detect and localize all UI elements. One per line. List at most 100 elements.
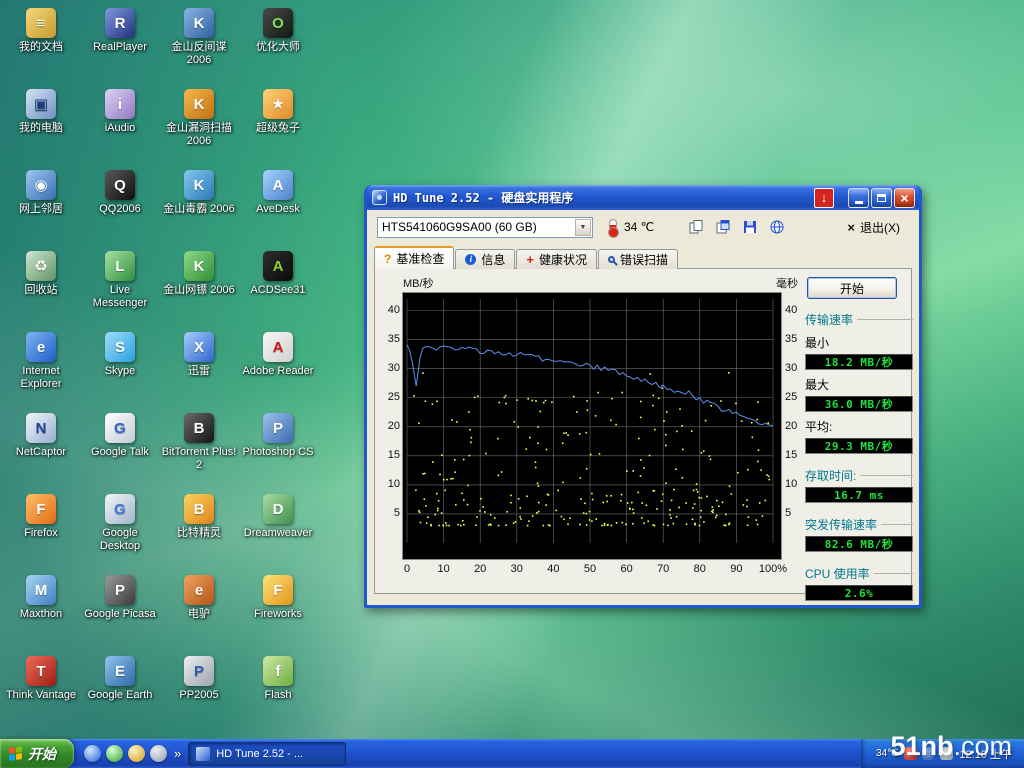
y-axis-tick: 5 <box>785 507 815 519</box>
y-axis-tick: 35 <box>785 333 815 345</box>
desktop-icon[interactable]: K金山漏洞扫描 2006 <box>160 89 238 147</box>
icon-label: iAudio <box>105 122 136 135</box>
stat-section-label: CPU 使用率 <box>805 565 913 582</box>
app-icon: P <box>263 413 293 443</box>
close-button[interactable]: × <box>894 188 915 208</box>
web-upload-button[interactable] <box>765 216 789 238</box>
stat-value: 29.3 MB/秒 <box>805 438 913 454</box>
benchmark-panel: MB/秒 毫秒 开始 传输速率最小18.2 MB/秒最大36.0 MB/秒平均:… <box>374 268 912 594</box>
app-icon: e <box>26 332 56 362</box>
maximize-button[interactable] <box>871 188 892 208</box>
desktop-icon[interactable]: F Fireworks <box>239 575 317 621</box>
desktop-icon[interactable]: ≡我的文档 <box>2 8 80 54</box>
desktop-icon[interactable]: B比特精灵 <box>160 494 238 540</box>
desktop-icon[interactable]: e电驴 <box>160 575 238 621</box>
desktop-icon[interactable]: GGoogle Desktop <box>81 494 159 552</box>
desktop-icon[interactable]: K金山网镖 2006 <box>160 251 238 297</box>
desktop-icon[interactable]: X迅雷 <box>160 332 238 378</box>
maximize-icon <box>877 194 886 202</box>
icon-label: 回收站 <box>25 284 58 297</box>
desktop-icon[interactable]: PPhotoshop CS <box>239 413 317 459</box>
app-icon: A <box>263 170 293 200</box>
desktop-icon[interactable]: eInternet Explorer <box>2 332 80 390</box>
x-axis-tick: 80 <box>683 563 717 575</box>
drive-select[interactable]: HTS541060G9SA00 (60 GB) ▼ <box>377 217 593 238</box>
copy-text-button[interactable] <box>684 216 708 238</box>
tab-health[interactable]: +健康状况 <box>516 249 597 269</box>
stat-value: 82.6 MB/秒 <box>805 536 913 552</box>
tab-scan[interactable]: 错误扫描 <box>598 249 678 269</box>
icon-label: Adobe Reader <box>243 365 314 378</box>
stat-value: 2.6% <box>805 585 913 601</box>
desktop-icon[interactable]: RRealPlayer <box>81 8 159 54</box>
tab-info[interactable]: i信息 <box>455 249 515 269</box>
stat-value: 36.0 MB/秒 <box>805 396 913 412</box>
copy-screenshot-button[interactable] <box>711 216 735 238</box>
start-label: 开始 <box>28 744 56 764</box>
desktop-icon[interactable]: QQQ2006 <box>81 170 159 216</box>
desktop-icon[interactable]: O优化大师 <box>239 8 317 54</box>
app-icon: B <box>184 413 214 443</box>
tab-label: 基准检查 <box>396 250 444 267</box>
icon-label: Firefox <box>24 527 58 540</box>
desktop-icon[interactable]: AAdobe Reader <box>239 332 317 378</box>
desktop-icon[interactable]: SSkype <box>81 332 159 378</box>
desktop-icon[interactable]: PPP2005 <box>160 656 238 702</box>
x-axis-tick: 90 <box>719 563 753 575</box>
desktop-icon[interactable]: ♻回收站 <box>2 251 80 297</box>
desktop-icon[interactable]: BBitTorrent Plus! 2 <box>160 413 238 471</box>
quick-launch-browser-icon[interactable] <box>84 745 101 762</box>
y-axis-tick: 10 <box>785 478 815 490</box>
taskbar-task-hdtune[interactable]: HD Tune 2.52 - ... <box>188 742 346 766</box>
desktop-icon[interactable]: FFirefox <box>2 494 80 540</box>
taskbar: 开始 » HD Tune 2.52 - ... 34℃ 12:10 上午 <box>0 739 1024 768</box>
start-button[interactable]: 开始 <box>0 739 74 768</box>
app-icon: K <box>184 89 214 119</box>
app-icon: F <box>263 575 293 605</box>
icon-label: ACDSee31 <box>250 284 305 297</box>
minimize-button[interactable] <box>848 188 869 208</box>
icon-label: Fireworks <box>254 608 302 621</box>
app-icon: M <box>26 575 56 605</box>
app-icon: e <box>184 575 214 605</box>
drop-target-button[interactable]: ↓ <box>814 188 834 208</box>
desktop-icon[interactable]: ◉网上邻居 <box>2 170 80 216</box>
start-benchmark-button[interactable]: 开始 <box>807 277 897 299</box>
desktop-icon[interactable]: iiAudio <box>81 89 159 135</box>
icon-label: Think Vantage <box>6 689 76 702</box>
y-axis-tick: 25 <box>375 391 400 403</box>
tab-benchmark[interactable]: ?基准检查 <box>374 246 454 269</box>
desktop-icon[interactable]: PGoogle Picasa <box>81 575 159 621</box>
app-icon: P <box>105 575 135 605</box>
quick-launch-show-desktop-icon[interactable] <box>150 745 167 762</box>
desktop-icon[interactable]: MMaxthon <box>2 575 80 621</box>
quick-launch-mail-icon[interactable] <box>128 745 145 762</box>
quick-launch-messenger-icon[interactable] <box>106 745 123 762</box>
window-titlebar[interactable]: HD Tune 2.52 - 硬盘实用程序 ↓ × <box>367 185 919 210</box>
app-icon: ≡ <box>26 8 56 38</box>
desktop-icon[interactable]: AACDSee31 <box>239 251 317 297</box>
desktop-icon[interactable]: GGoogle Talk <box>81 413 159 459</box>
desktop-icon[interactable]: K金山毒霸 2006 <box>160 170 238 216</box>
exit-button[interactable]: × 退出(X) <box>838 216 909 239</box>
stat-value: 16.7 ms <box>805 487 913 503</box>
desktop-icon[interactable]: fFlash <box>239 656 317 702</box>
app-icon: ◉ <box>26 170 56 200</box>
benchmark-chart <box>403 293 781 559</box>
save-screenshot-button[interactable] <box>738 216 762 238</box>
desktop-icon[interactable]: EGoogle Earth <box>81 656 159 702</box>
app-icon: f <box>263 656 293 686</box>
x-axis-tick: 60 <box>610 563 644 575</box>
desktop-icon[interactable]: ▣我的电脑 <box>2 89 80 135</box>
desktop-icon[interactable]: K金山反间谍 2006 <box>160 8 238 66</box>
icon-label: 优化大师 <box>256 41 300 54</box>
y-axis-right-label: 毫秒 <box>767 275 807 291</box>
desktop-icon[interactable]: DDreamweaver <box>239 494 317 540</box>
desktop-icon[interactable]: NNetCaptor <box>2 413 80 459</box>
desktop-icon[interactable]: ★超级兔子 <box>239 89 317 135</box>
desktop-icon[interactable]: LLive Messenger <box>81 251 159 309</box>
desktop-icon[interactable]: TThink Vantage <box>2 656 80 702</box>
quick-launch-overflow-chevron[interactable]: » <box>174 746 181 761</box>
dropdown-button[interactable]: ▼ <box>575 219 591 236</box>
desktop-icon[interactable]: AAveDesk <box>239 170 317 216</box>
